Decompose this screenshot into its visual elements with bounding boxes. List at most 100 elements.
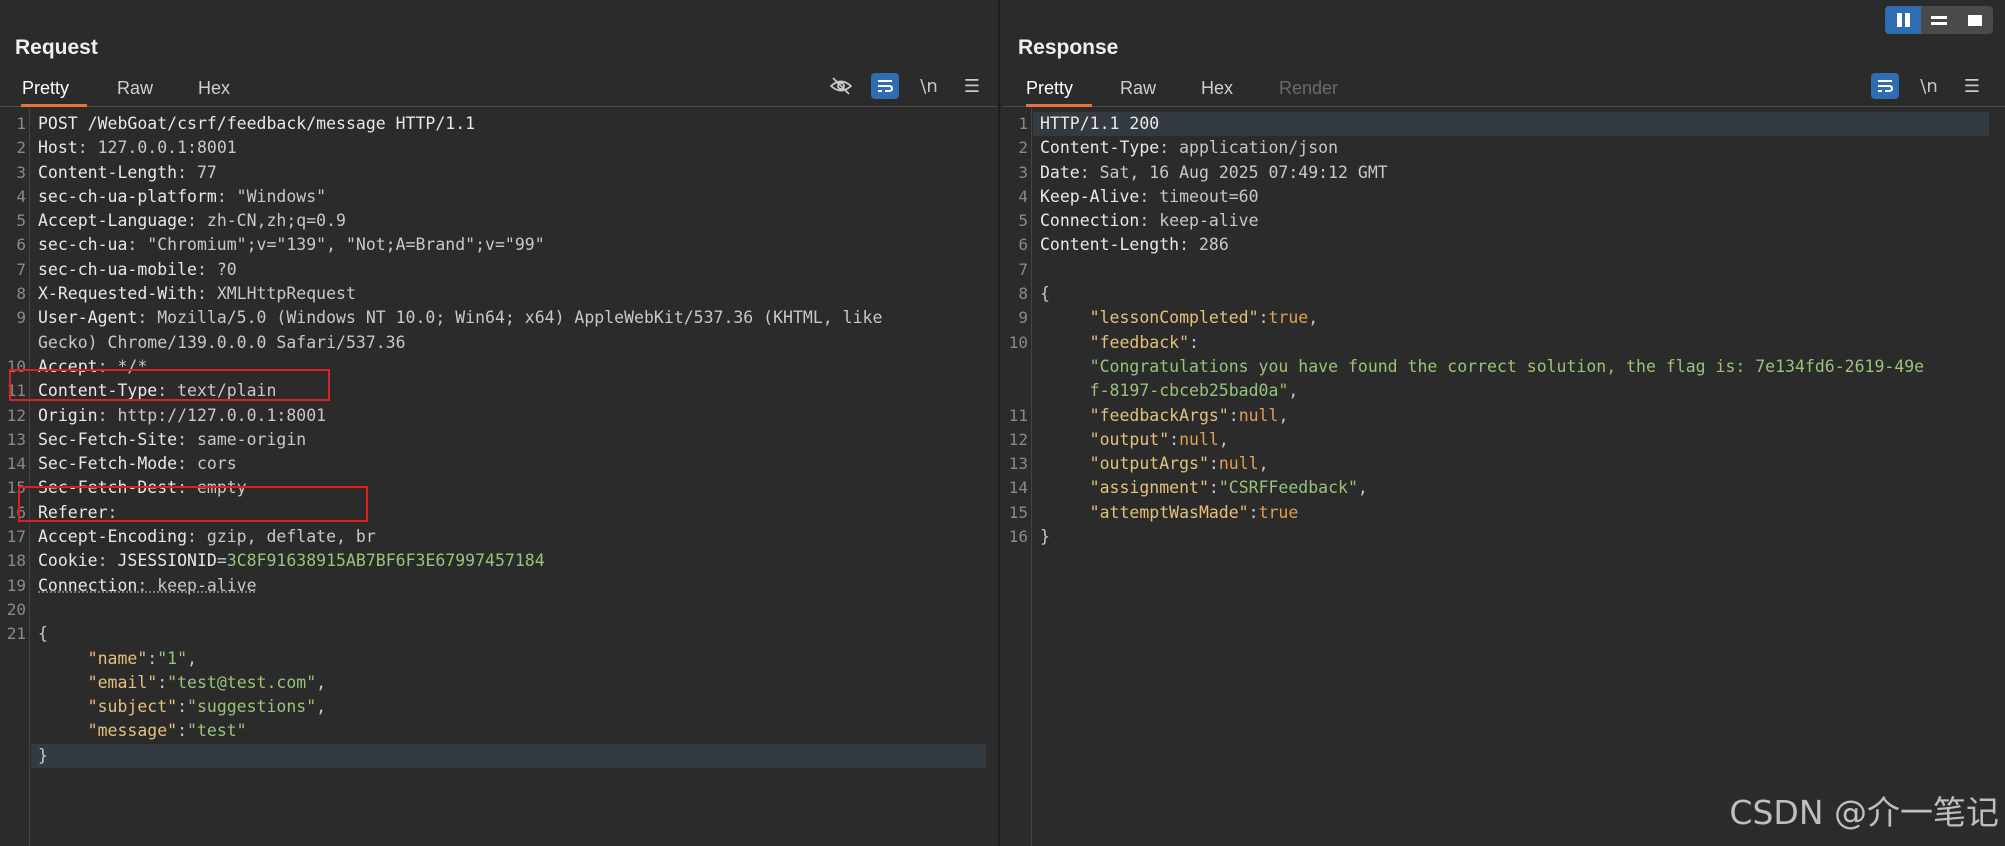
line-text: Gecko) Chrome/139.0.0.0 Safari/537.36 <box>38 331 406 355</box>
line-number: 14 <box>6 454 26 474</box>
token: : "Windows" <box>216 186 327 206</box>
line-text: "subject":"suggestions", <box>38 695 326 719</box>
newline-icon[interactable]: \n <box>915 73 943 99</box>
token: "feedback" <box>1089 332 1190 352</box>
token: "1" <box>157 648 188 668</box>
code-line: 12 Origin: http://127.0.0.1:8001 <box>0 404 998 428</box>
token: Gecko) Chrome/139.0.0.0 Safari/537.36 <box>38 332 406 352</box>
token: : Sat, 16 Aug 2025 07:49:12 GMT <box>1079 162 1388 182</box>
line-number: 16 <box>1008 527 1028 547</box>
tab-pretty[interactable]: Pretty <box>21 78 87 107</box>
token: : <box>1208 478 1219 498</box>
code-line: 7 <box>1002 258 2005 282</box>
token: , <box>1278 405 1289 425</box>
code-line: 7 sec-ch-ua-mobile: ?0 <box>0 258 998 282</box>
token: : "Chromium";v="139", "Not;A=Brand";v="9… <box>127 235 545 255</box>
tab-hex[interactable]: Hex <box>198 78 230 107</box>
line-text: "Congratulations you have found the corr… <box>1040 355 1924 379</box>
response-code: 1 HTTP/1.1 200 2 Content-Type: application/… <box>1002 112 2005 549</box>
token: "suggestions" <box>187 697 317 717</box>
code-line: 20 <box>0 598 998 622</box>
line-number: 1 <box>16 114 26 133</box>
token: : cors <box>177 454 237 474</box>
token: "attemptWasMade" <box>1089 502 1249 522</box>
token: Connection <box>38 575 138 595</box>
token: , <box>1357 478 1368 498</box>
line-text: sec-ch-ua-mobile: ?0 <box>38 258 237 282</box>
token: : keep-alive <box>1139 211 1259 231</box>
hide-icon[interactable] <box>827 73 855 99</box>
line-number: 4 <box>16 186 26 206</box>
code-line: "email":"test@test.com", <box>0 671 998 695</box>
line-text: HTTP/1.1 200 <box>1040 112 1159 136</box>
tab-raw[interactable]: Raw <box>117 78 153 107</box>
line-number: 9 <box>1018 308 1028 328</box>
wrap-icon[interactable] <box>1871 73 1899 99</box>
tab-raw[interactable]: Raw <box>1120 78 1156 107</box>
token: , <box>1288 381 1299 401</box>
line-text: Accept-Encoding: gzip, deflate, br <box>38 525 376 549</box>
split-horizontal-button[interactable] <box>1921 6 1957 34</box>
line-text: sec-ch-ua-platform: "Windows" <box>38 185 326 209</box>
line-number: 6 <box>1018 235 1028 255</box>
highlight-box-content-type <box>9 369 330 401</box>
code-line: 13 Sec-Fetch-Site: same-origin <box>0 428 998 452</box>
tab-pretty[interactable]: Pretty <box>1026 78 1092 107</box>
token: sec-ch-ua <box>38 235 128 255</box>
token: HTTP/1.1 200 <box>1040 114 1160 133</box>
line-text: Date: Sat, 16 Aug 2025 07:49:12 GMT <box>1040 161 1388 185</box>
token: Content-Length <box>1040 235 1180 255</box>
line-text: Connection: keep-alive <box>1040 209 1259 233</box>
token: : <box>1228 405 1239 425</box>
line-number: 3 <box>16 162 26 182</box>
code-line: 12 "output":null, <box>1002 428 2005 452</box>
split-vertical-button[interactable] <box>1885 6 1921 34</box>
token: : <box>97 551 118 571</box>
token: : ?0 <box>196 259 237 279</box>
token: { <box>1040 284 1050 304</box>
line-text: "outputArgs":null, <box>1040 452 1269 476</box>
token: , <box>1308 308 1319 328</box>
newline-icon[interactable]: \n <box>1915 73 1943 99</box>
token: null <box>1218 454 1259 474</box>
token: "Congratulations you have found the corr… <box>1089 356 1925 376</box>
token: 3C8F91638915AB7BF6F3E67997457184 <box>226 551 545 571</box>
token: : <box>1208 454 1219 474</box>
token: "email" <box>87 672 158 692</box>
line-number: 4 <box>1018 186 1028 206</box>
line-number: 8 <box>16 284 26 304</box>
token: "test" <box>187 721 247 741</box>
wrap-icon[interactable] <box>871 73 899 99</box>
token: "outputArgs" <box>1089 454 1209 474</box>
line-number: 15 <box>1008 502 1028 522</box>
token: Cookie <box>38 551 98 571</box>
code-line: 9 User-Agent: Mozilla/5.0 (Windows NT 10.… <box>0 306 998 330</box>
menu-icon[interactable]: ☰ <box>958 73 986 99</box>
line-number: 10 <box>1008 332 1028 352</box>
tab-render[interactable]: Render <box>1279 78 1338 107</box>
request-editor[interactable]: 1 POST /WebGoat/csrf/feedback/message HTT… <box>0 108 998 846</box>
code-line: "name":"1", <box>0 647 998 671</box>
request-pane: Request Pretty Raw Hex \n ☰ 1 POST /WebGo… <box>0 0 1000 846</box>
tab-hex[interactable]: Hex <box>1201 78 1233 107</box>
highlight-box-referer <box>18 486 368 522</box>
line-number: 8 <box>1018 284 1028 304</box>
menu-icon[interactable]: ☰ <box>1958 73 1986 99</box>
single-pane-button[interactable] <box>1957 6 1993 34</box>
token: Content-Length <box>38 162 178 182</box>
code-line: "subject":"suggestions", <box>0 695 998 719</box>
line-number: 2 <box>1018 138 1028 158</box>
token: sec-ch-ua-mobile <box>38 259 197 279</box>
code-line: 11 "feedbackArgs":null, <box>1002 404 2005 428</box>
code-line: 19 Connection: keep-alive <box>0 574 998 598</box>
token: } <box>38 745 48 765</box>
line-number: 3 <box>1018 162 1028 182</box>
response-editor[interactable]: 1 HTTP/1.1 200 2 Content-Type: application/… <box>1002 108 2005 846</box>
code-line: 2 Host: 127.0.0.1:8001 <box>0 136 998 160</box>
token: : 77 <box>177 162 217 182</box>
